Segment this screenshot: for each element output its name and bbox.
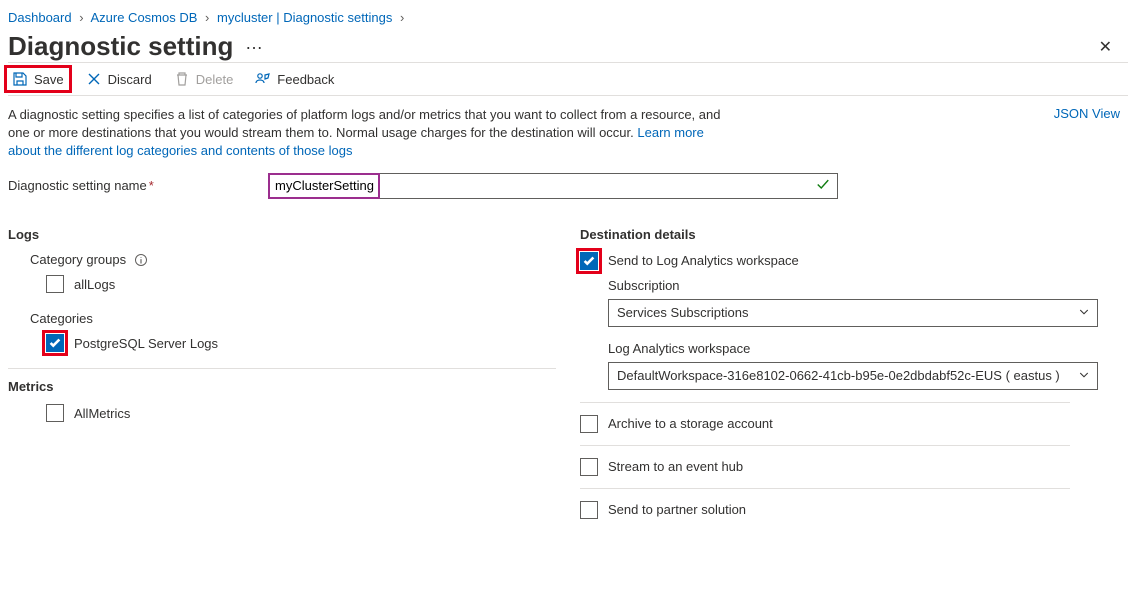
feedback-icon bbox=[255, 71, 271, 87]
stream-eventhub-label: Stream to an event hub bbox=[608, 459, 743, 474]
chevron-down-icon bbox=[1078, 368, 1090, 383]
archive-storage-checkbox[interactable] bbox=[580, 415, 598, 433]
postgresql-logs-label: PostgreSQL Server Logs bbox=[74, 336, 218, 351]
partner-solution-checkbox[interactable] bbox=[580, 501, 598, 519]
categories-label: Categories bbox=[30, 311, 556, 326]
breadcrumb: Dashboard › Azure Cosmos DB › mycluster … bbox=[8, 8, 1128, 31]
breadcrumb-resource[interactable]: mycluster | Diagnostic settings bbox=[217, 10, 392, 25]
send-law-label: Send to Log Analytics workspace bbox=[608, 253, 799, 268]
toolbar: Save Discard Delete Feedback bbox=[8, 62, 1128, 96]
chevron-right-icon: › bbox=[400, 10, 404, 25]
allmetrics-label: AllMetrics bbox=[74, 406, 130, 421]
logs-heading: Logs bbox=[8, 227, 556, 242]
subscription-select[interactable]: Services Subscriptions bbox=[608, 299, 1098, 327]
send-law-checkbox[interactable] bbox=[580, 252, 598, 270]
json-view-link[interactable]: JSON View bbox=[1054, 106, 1120, 121]
breadcrumb-dashboard[interactable]: Dashboard bbox=[8, 10, 72, 25]
setting-name-label: Diagnostic setting name* bbox=[8, 178, 268, 193]
alllogs-label: allLogs bbox=[74, 277, 115, 292]
save-label: Save bbox=[34, 72, 64, 87]
page-title: Diagnostic setting bbox=[8, 31, 233, 61]
allmetrics-checkbox[interactable] bbox=[46, 404, 64, 422]
stream-eventhub-checkbox[interactable] bbox=[580, 458, 598, 476]
workspace-label: Log Analytics workspace bbox=[608, 341, 1128, 356]
setting-name-input[interactable] bbox=[268, 173, 838, 199]
more-icon[interactable]: … bbox=[245, 33, 263, 53]
chevron-right-icon: › bbox=[79, 10, 83, 25]
save-button[interactable]: Save bbox=[8, 69, 68, 89]
alllogs-checkbox[interactable] bbox=[46, 275, 64, 293]
save-icon bbox=[12, 71, 28, 87]
delete-label: Delete bbox=[196, 72, 234, 87]
discard-button[interactable]: Discard bbox=[82, 69, 156, 89]
metrics-heading: Metrics bbox=[8, 379, 556, 394]
workspace-select[interactable]: DefaultWorkspace-316e8102-0662-41cb-b95e… bbox=[608, 362, 1098, 390]
close-icon[interactable]: ✕ bbox=[1091, 33, 1120, 61]
feedback-button[interactable]: Feedback bbox=[251, 69, 338, 89]
description-body: A diagnostic setting specifies a list of… bbox=[8, 107, 720, 140]
subscription-label: Subscription bbox=[608, 278, 1128, 293]
partner-solution-label: Send to partner solution bbox=[608, 502, 746, 517]
description-text: A diagnostic setting specifies a list of… bbox=[8, 106, 728, 161]
info-icon[interactable] bbox=[134, 253, 148, 267]
category-groups-label: Category groups bbox=[30, 252, 556, 268]
chevron-down-icon bbox=[1078, 305, 1090, 320]
check-icon bbox=[816, 177, 830, 194]
destination-heading: Destination details bbox=[580, 227, 1128, 242]
chevron-right-icon: › bbox=[205, 10, 209, 25]
delete-button: Delete bbox=[170, 69, 238, 89]
delete-icon bbox=[174, 71, 190, 87]
discard-icon bbox=[86, 71, 102, 87]
postgresql-logs-checkbox[interactable] bbox=[46, 334, 64, 352]
breadcrumb-service[interactable]: Azure Cosmos DB bbox=[90, 10, 197, 25]
archive-storage-label: Archive to a storage account bbox=[608, 416, 773, 431]
feedback-label: Feedback bbox=[277, 72, 334, 87]
discard-label: Discard bbox=[108, 72, 152, 87]
